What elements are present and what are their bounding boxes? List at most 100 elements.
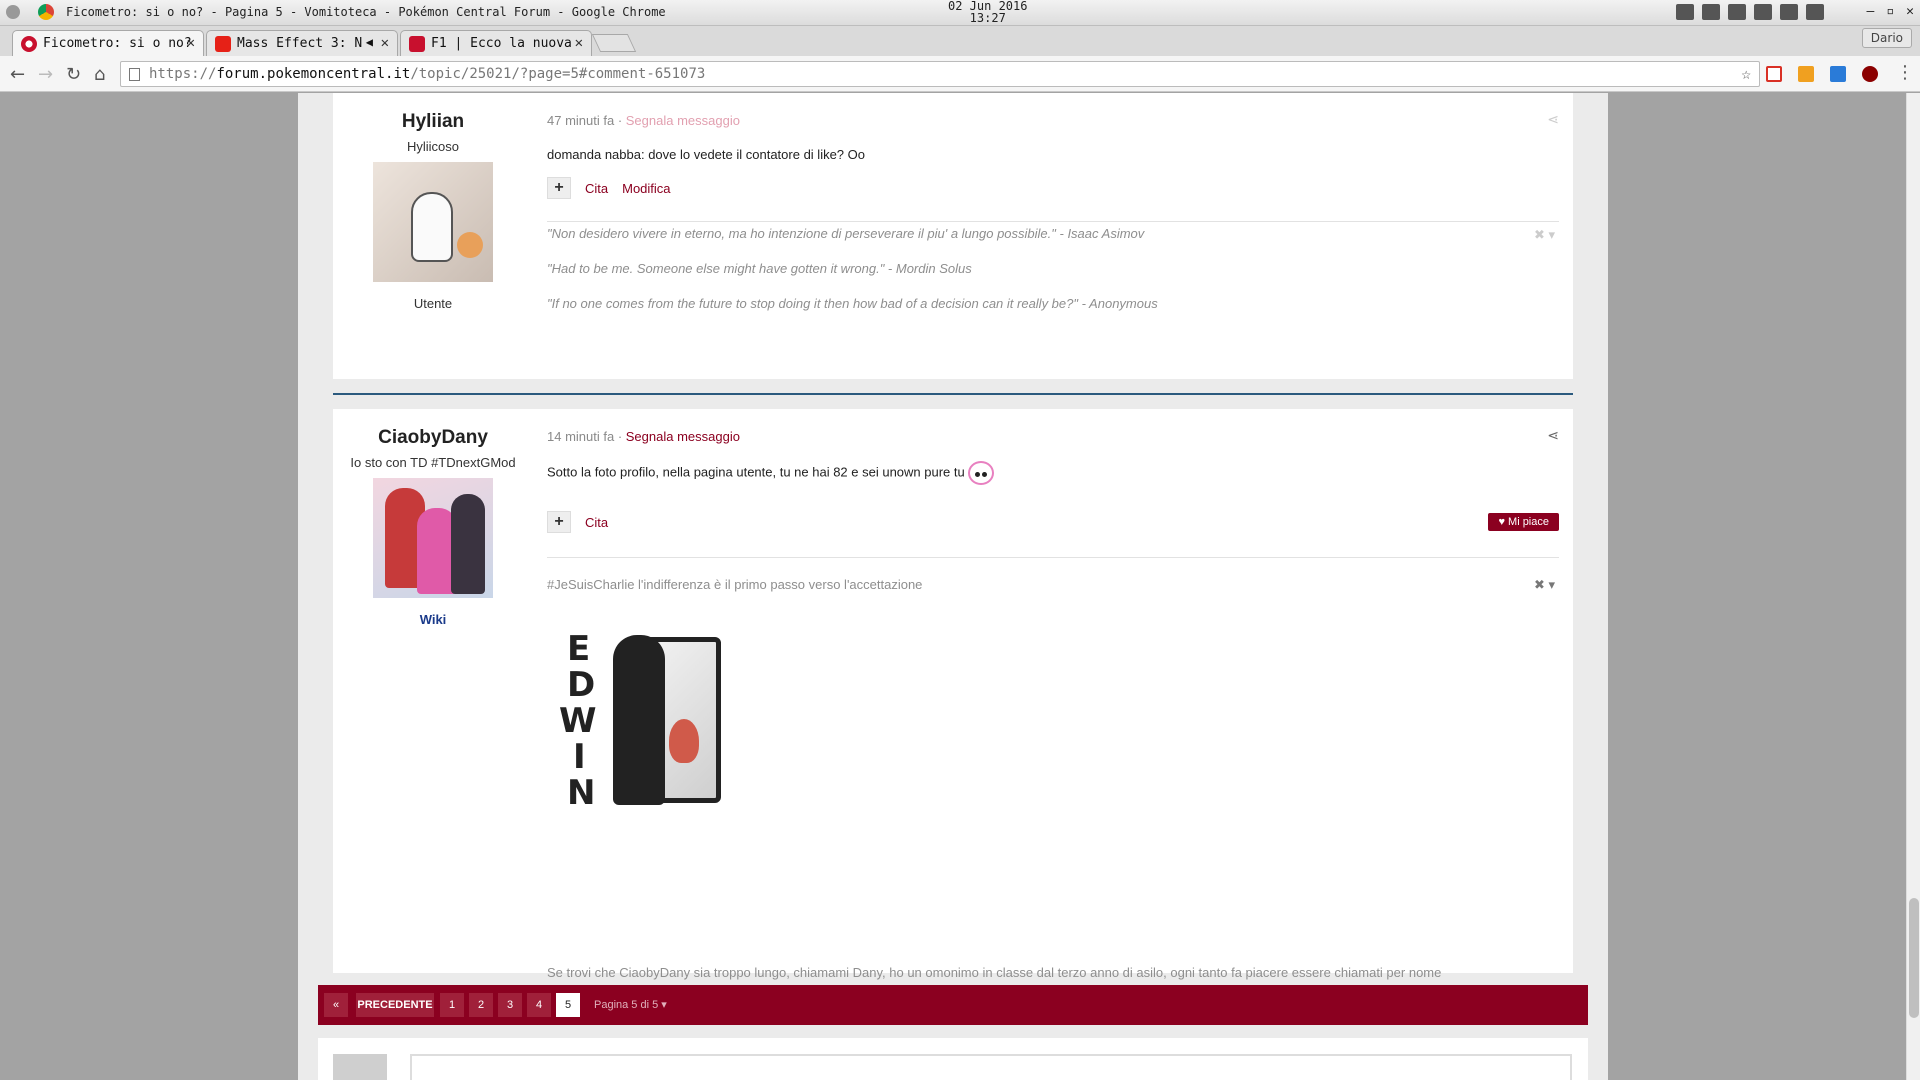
url-path: /topic/25021/?page=5#comment-651073 bbox=[410, 66, 706, 82]
chrome-menu-icon[interactable]: ⋮ bbox=[1896, 62, 1914, 83]
speaker-icon[interactable]: ◀ bbox=[366, 35, 373, 49]
signature-line: "Had to be me. Someone else might have g… bbox=[547, 261, 972, 276]
network-icon[interactable] bbox=[1754, 4, 1772, 20]
tab-title: Mass Effect 3: N bbox=[237, 36, 363, 51]
page-link-1[interactable]: 1 bbox=[440, 993, 464, 1017]
back-icon[interactable]: ← bbox=[10, 64, 25, 85]
signature-separator bbox=[547, 557, 1559, 558]
page-info-icon[interactable] bbox=[129, 68, 140, 81]
tab-f1[interactable]: F1 | Ecco la nuova ✕ bbox=[400, 30, 592, 56]
signature-line: "If no one comes from the future to stop… bbox=[547, 296, 1158, 311]
like-label: Mi piace bbox=[1508, 516, 1549, 528]
scrollbar-thumb[interactable] bbox=[1909, 898, 1919, 1018]
new-tab-button[interactable] bbox=[591, 34, 637, 52]
panda-emoji-icon bbox=[968, 461, 995, 485]
logo-letter-e: E bbox=[567, 629, 591, 669]
page-link-3[interactable]: 3 bbox=[498, 993, 522, 1017]
first-page-button[interactable]: « bbox=[324, 993, 348, 1017]
post-actions: + Cita bbox=[547, 511, 608, 533]
edwin-signature-image: E D W I N bbox=[559, 629, 729, 813]
avatar[interactable] bbox=[373, 478, 493, 598]
display-icon[interactable] bbox=[1780, 4, 1798, 20]
rss-extension-icon[interactable] bbox=[1798, 66, 1814, 82]
page-link-2[interactable]: 2 bbox=[469, 993, 493, 1017]
post-text: Sotto la foto profilo, nella pagina uten… bbox=[547, 464, 965, 480]
tab-title: F1 | Ecco la nuova bbox=[431, 36, 572, 51]
home-icon[interactable]: ⌂ bbox=[94, 64, 105, 85]
post-meta: 14 minuti fa · Segnala messaggio bbox=[547, 429, 740, 444]
tab-close-icon[interactable]: ✕ bbox=[575, 35, 583, 51]
reply-area bbox=[318, 1038, 1588, 1080]
edit-link[interactable]: Modifica bbox=[622, 181, 670, 196]
ublock-extension-icon[interactable] bbox=[1862, 66, 1878, 82]
app-menu-icon[interactable] bbox=[6, 5, 20, 19]
clock: 02 Jun 2016 13:27 bbox=[948, 0, 1027, 24]
signature-hide-icon[interactable]: ✖ ▾ bbox=[1534, 227, 1555, 243]
avatar[interactable] bbox=[373, 162, 493, 282]
profile-button[interactable]: Dario bbox=[1861, 28, 1912, 48]
volume-icon[interactable] bbox=[1676, 4, 1694, 20]
logo-letter-d: D bbox=[567, 665, 596, 705]
tab-close-icon[interactable]: ✕ bbox=[187, 35, 195, 51]
share-icon[interactable]: ⋖ bbox=[1547, 111, 1559, 128]
post-time[interactable]: 47 minuti fa bbox=[547, 113, 614, 128]
prev-page-button[interactable]: PRECEDENTE bbox=[356, 993, 434, 1017]
author-wiki-link[interactable]: Wiki bbox=[333, 612, 533, 627]
post-content: domanda nabba: dove lo vedete il contato… bbox=[547, 147, 865, 162]
quote-link[interactable]: Cita bbox=[585, 181, 608, 196]
address-bar[interactable]: https://forum.pokemoncentral.it/topic/25… bbox=[120, 61, 1760, 87]
page-link-5-current[interactable]: 5 bbox=[556, 993, 580, 1017]
multiquote-plus-button[interactable]: + bbox=[547, 511, 571, 533]
report-link[interactable]: Segnala messaggio bbox=[626, 113, 740, 128]
author-title: Io sto con TD #TDnextGMod bbox=[350, 455, 516, 470]
signature-line: "Non desidero vivere in eterno, ma ho in… bbox=[547, 226, 1144, 241]
pokemon-central-favicon-icon bbox=[21, 36, 37, 52]
chrome-icon bbox=[38, 4, 54, 20]
page-jump-dropdown[interactable]: Pagina 5 di 5 ▾ bbox=[594, 993, 667, 1017]
like-button[interactable]: ♥ Mi piace bbox=[1488, 513, 1559, 531]
page-link-4[interactable]: 4 bbox=[527, 993, 551, 1017]
clock-time: 13:27 bbox=[969, 11, 1006, 25]
post-meta: 47 minuti fa · Segnala messaggio bbox=[547, 113, 740, 128]
gmail-extension-icon[interactable] bbox=[1766, 66, 1782, 82]
tab-close-icon[interactable]: ✕ bbox=[381, 35, 389, 51]
post-divider bbox=[333, 393, 1573, 395]
quote-link[interactable]: Cita bbox=[585, 515, 608, 530]
tab-ficometro[interactable]: Ficometro: si o no? ✕ bbox=[12, 30, 204, 56]
logo-silhouette bbox=[613, 635, 665, 805]
post-content: Sotto la foto profilo, nella pagina uten… bbox=[547, 461, 995, 485]
logo-letter-w: W bbox=[559, 701, 597, 741]
usb-icon[interactable] bbox=[1728, 4, 1746, 20]
maximize-icon[interactable]: ▫ bbox=[1886, 4, 1894, 19]
page-viewport: Hyliian Hyliicoso Utente 47 minuti fa · … bbox=[0, 93, 1920, 1080]
tab-mass-effect[interactable]: Mass Effect 3: N ◀ ✕ bbox=[206, 30, 398, 56]
logo-magikarp bbox=[669, 719, 699, 763]
post-actions: + Cita Modifica bbox=[547, 177, 671, 199]
report-link[interactable]: Segnala messaggio bbox=[626, 429, 740, 444]
share-icon[interactable]: ⋖ bbox=[1547, 427, 1559, 444]
system-tray bbox=[1676, 4, 1824, 20]
multiquote-plus-button[interactable]: + bbox=[547, 177, 571, 199]
post-time[interactable]: 14 minuti fa bbox=[547, 429, 614, 444]
youtube-favicon-icon bbox=[215, 36, 231, 52]
browser-toolbar: ← → ↻ ⌂ https://forum.pokemoncentral.it/… bbox=[0, 56, 1920, 92]
author-name[interactable]: CiaobyDany bbox=[333, 427, 533, 449]
author-name[interactable]: Hyliian bbox=[333, 111, 533, 133]
forward-icon[interactable]: → bbox=[38, 64, 53, 85]
blue-extension-icon[interactable] bbox=[1830, 66, 1846, 82]
signature-text: Se trovi che CiaobyDany sia troppo lungo… bbox=[547, 965, 1442, 980]
battery-icon[interactable] bbox=[1702, 4, 1720, 20]
bookmark-star-icon[interactable]: ☆ bbox=[1741, 64, 1751, 83]
page-scrollbar[interactable] bbox=[1906, 93, 1920, 1080]
minimize-icon[interactable]: ‒ bbox=[1867, 4, 1875, 19]
signature-hide-icon[interactable]: ✖ ▾ bbox=[1534, 577, 1555, 593]
close-icon[interactable]: ✕ bbox=[1906, 4, 1914, 19]
reply-editor[interactable] bbox=[410, 1054, 1572, 1080]
terminal-icon[interactable] bbox=[1806, 4, 1824, 20]
avatar-figure-dark bbox=[451, 494, 485, 594]
logo-letter-n: N bbox=[567, 773, 596, 813]
reload-icon[interactable]: ↻ bbox=[66, 64, 81, 85]
post-ciaobydany: CiaobyDany Io sto con TD #TDnextGMod Wik… bbox=[333, 409, 1573, 1017]
signature-quote: "If no one comes from the future to stop… bbox=[547, 296, 1158, 311]
avatar-drawing-figure bbox=[411, 192, 453, 262]
